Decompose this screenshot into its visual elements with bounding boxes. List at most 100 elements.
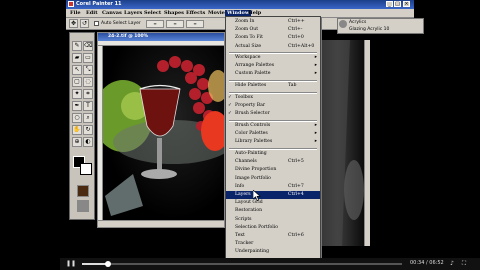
dropper-tool-icon[interactable]: ⌫ — [83, 41, 93, 51]
layer-adjuster-icon[interactable]: ↖ — [72, 65, 82, 75]
submenu-arrow-icon: ▸ — [314, 139, 317, 145]
menu-item-selection-portfolio[interactable]: Selection Portfolio — [226, 224, 320, 232]
menu-file[interactable]: File — [70, 10, 81, 16]
pen-tool-icon[interactable]: ✒ — [72, 101, 82, 111]
brush-selector-palette[interactable]: Acrylics Glazing Acrylic 10 — [337, 18, 424, 34]
menu-item-text[interactable]: Text Ctrl+6 — [226, 232, 320, 240]
paint-bucket-icon[interactable]: ▰ — [72, 53, 82, 63]
crop-tool-icon[interactable]: ⌗ — [83, 89, 93, 99]
auto-select-checkbox[interactable] — [94, 21, 99, 26]
shape-tool-icon[interactable]: ○ — [72, 113, 82, 123]
app-title-bar: Corel Painter 11 _ □ × — [66, 0, 414, 9]
menu-item-color-palettes[interactable]: Color Palettes ▸ — [226, 130, 320, 138]
video-time: 00:34 / 06:52 — [410, 260, 444, 266]
menu-layers[interactable]: Layers — [124, 10, 142, 16]
menu-item-tracker[interactable]: Tracker — [226, 240, 320, 248]
auto-select-label: Auto Select Layer — [101, 21, 141, 26]
menu-item-brush-selector[interactable]: ✓ Brush Selector — [226, 110, 320, 118]
mouse-cursor-icon — [253, 190, 261, 201]
menu-item-actual-size[interactable]: Actual Size Ctrl+Alt+0 — [226, 43, 320, 51]
menu-item-hide-palettes[interactable]: Hide Palettes Tab — [226, 82, 320, 90]
menu-item-zoom-to-fit[interactable]: Zoom To Fit Ctrl+0 — [226, 34, 320, 42]
document-status-bar — [98, 220, 224, 227]
menu-item-layout-grid[interactable]: Layout Grid — [226, 199, 320, 207]
reset-tool-icon[interactable]: ↺ — [80, 19, 89, 28]
menu-item-toolbox[interactable]: ✓ Toolbox — [226, 94, 320, 102]
menu-item-auto-painting[interactable]: Auto-Painting — [226, 150, 320, 158]
wine-glass-rim — [139, 84, 181, 90]
menu-item-property-bar[interactable]: ✓ Property Bar — [226, 102, 320, 110]
still-life-artwork — [103, 56, 224, 216]
submenu-arrow-icon: ▸ — [314, 131, 317, 137]
video-controls: ❚❚ 00:34 / 06:52 ♪ ⛶ — [60, 258, 480, 270]
close-button[interactable]: × — [403, 1, 410, 7]
menu-item-brush-controls[interactable]: Brush Controls ▸ — [226, 122, 320, 130]
pattern-icon[interactable] — [77, 200, 89, 212]
paper-texture-icon[interactable] — [77, 185, 89, 197]
check-icon: ✓ — [228, 111, 232, 117]
rect-select-icon[interactable]: ▢ — [72, 77, 82, 87]
maximize-button[interactable]: □ — [394, 1, 401, 7]
menu-item-divine-proportion[interactable]: Divine Proportion — [226, 166, 320, 174]
menu-shapes[interactable]: Shapes — [164, 10, 184, 16]
menu-item-restoration[interactable]: Restoration — [226, 207, 320, 215]
menu-item-library-palettes[interactable]: Library Palettes ▸ — [226, 138, 320, 146]
menu-item-arrange-palettes[interactable]: Arrange Palettes ▸ — [226, 62, 320, 70]
app-icon — [68, 1, 74, 7]
brush-tool-icon[interactable]: ✎ — [72, 41, 82, 51]
vertical-scrollbar[interactable] — [364, 40, 370, 246]
canvas-image[interactable] — [103, 46, 224, 220]
menu-item-zoom-in[interactable]: Zoom In Ctrl++ — [226, 18, 320, 26]
grabber-tool-icon[interactable]: ✋ — [72, 125, 82, 135]
submenu-arrow-icon: ▸ — [314, 123, 317, 128]
document-window: 24-2.tif @ 100% — [97, 32, 225, 228]
text-tool-icon[interactable]: T — [83, 101, 93, 111]
menu-movie[interactable]: Movie — [208, 10, 225, 16]
window-menu-dropdown: Zoom In Ctrl++ Zoom Out Ctrl+- Zoom To Fit… — [225, 16, 321, 265]
magnifier-tool-icon[interactable]: ⌕ — [83, 113, 93, 123]
move-tool-icon[interactable]: ✥ — [69, 19, 78, 28]
clone-tool-icon[interactable]: ⊕ — [72, 137, 82, 147]
submenu-arrow-icon: ▸ — [314, 71, 317, 77]
menu-item-workspace[interactable]: Workspace ▸ — [226, 54, 320, 62]
video-progress-handle[interactable] — [104, 261, 111, 267]
pause-icon[interactable]: ❚❚ — [66, 260, 76, 268]
app-title: Corel Painter 11 — [76, 1, 122, 7]
check-icon: ✓ — [228, 95, 232, 100]
magic-wand-icon[interactable]: ✦ — [72, 89, 82, 99]
menu-edit[interactable]: Edit — [86, 10, 98, 16]
menu-item-image-portfolio[interactable]: Image Portfolio — [226, 175, 320, 183]
submenu-arrow-icon: ▸ — [314, 63, 317, 69]
menu-item-layers[interactable]: Layers Ctrl+4 — [226, 191, 320, 200]
align-left-button[interactable]: ≡ — [146, 20, 164, 28]
video-progress-fill — [82, 263, 108, 265]
wine-glass-base — [141, 169, 177, 179]
toolbox: ✎ ⌫ ▰ ▭ ↖ ⤡ ▢ ◌ ✦ ⌗ ✒ T ○ ⌕ ✋ ↻ ⊕ ◐ — [69, 32, 95, 220]
align-center-button[interactable]: ≡ — [166, 20, 184, 28]
eraser-tool-icon[interactable]: ▭ — [83, 53, 93, 63]
lasso-tool-icon[interactable]: ◌ — [83, 77, 93, 87]
video-progress-track[interactable] — [82, 263, 402, 265]
additional-color-swatch[interactable] — [80, 163, 92, 175]
brush-variant[interactable]: Glazing Acrylic 10 — [349, 27, 389, 32]
minimize-button[interactable]: _ — [386, 1, 393, 7]
rotate-page-icon[interactable]: ↻ — [83, 125, 93, 135]
menu-item-custom-palette[interactable]: Custom Palette ▸ — [226, 70, 320, 78]
menu-item-channels[interactable]: Channels Ctrl+5 — [226, 158, 320, 166]
dodge-tool-icon[interactable]: ◐ — [83, 137, 93, 147]
menu-item-info[interactable]: Info Ctrl+7 — [226, 183, 320, 191]
fullscreen-icon[interactable]: ⛶ — [460, 260, 468, 268]
transform-tool-icon[interactable]: ⤡ — [83, 65, 93, 75]
menu-select[interactable]: Select — [144, 10, 161, 16]
menu-item-underpainting[interactable]: Underpainting — [226, 248, 320, 256]
brush-category[interactable]: Acrylics — [349, 20, 366, 25]
background-image-area — [320, 40, 364, 246]
check-icon: ✓ — [228, 103, 232, 109]
brush-category-icon — [339, 20, 347, 28]
align-right-button[interactable]: ≡ — [186, 20, 204, 28]
volume-icon[interactable]: ♪ — [448, 260, 456, 268]
menu-canvas[interactable]: Canvas — [102, 10, 122, 16]
menu-effects[interactable]: Effects — [186, 10, 205, 16]
menu-item-zoom-out[interactable]: Zoom Out Ctrl+- — [226, 26, 320, 34]
menu-item-scripts[interactable]: Scripts — [226, 216, 320, 224]
